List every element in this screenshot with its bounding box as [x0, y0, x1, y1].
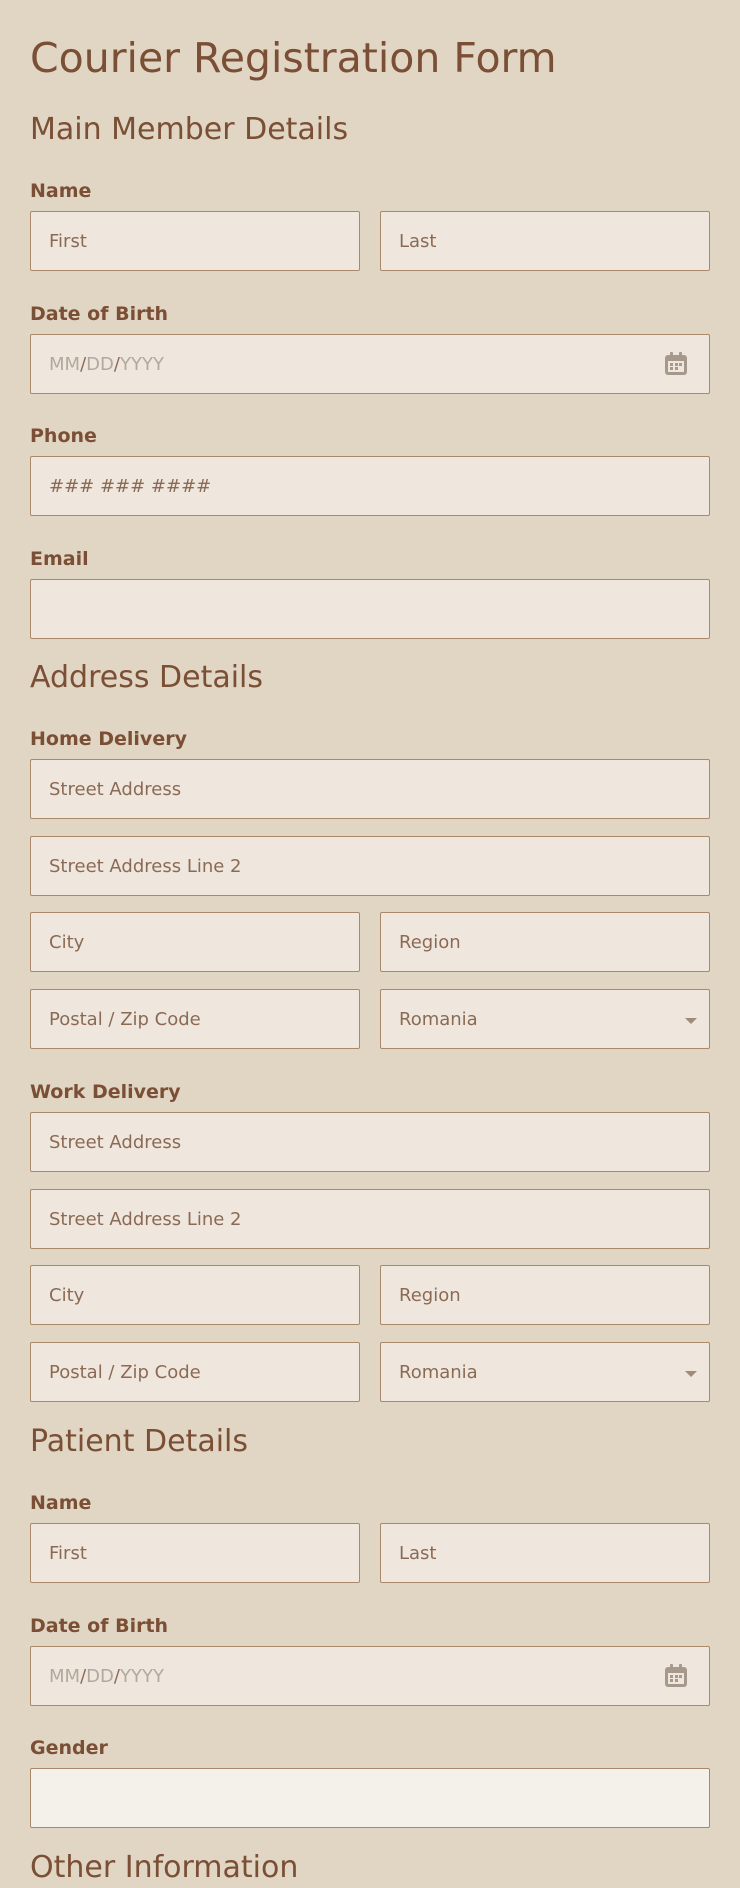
work-country-value: Romania — [399, 1361, 478, 1383]
home-delivery-label: Home Delivery — [30, 728, 187, 750]
patient-dob-label: Date of Birth — [30, 1615, 169, 1637]
home-street-placeholder: Street Address — [49, 778, 182, 800]
dob-year-placeholder: YYYY — [119, 1665, 164, 1687]
home-street2-placeholder: Street Address Line 2 — [49, 855, 242, 877]
home-street2-input[interactable]: Street Address Line 2 — [30, 836, 710, 896]
form-title: Courier Registration Form — [30, 34, 557, 82]
home-country-value: Romania — [399, 1008, 478, 1030]
main-first-name-input[interactable]: First — [30, 211, 360, 271]
home-region-input[interactable]: Region — [380, 912, 710, 972]
section-other-information: Other Information — [30, 1850, 299, 1885]
patient-last-name-input[interactable]: Last — [380, 1523, 710, 1583]
home-postal-placeholder: Postal / Zip Code — [49, 1008, 201, 1030]
work-street2-placeholder: Street Address Line 2 — [49, 1208, 242, 1230]
main-dob-input[interactable]: MM / DD / YYYY — [30, 334, 710, 394]
patient-first-name-placeholder: First — [49, 1542, 87, 1564]
work-postal-input[interactable]: Postal / Zip Code — [30, 1342, 360, 1402]
work-city-input[interactable]: City — [30, 1265, 360, 1325]
patient-gender-input[interactable] — [30, 1768, 710, 1828]
work-street2-input[interactable]: Street Address Line 2 — [30, 1189, 710, 1249]
work-city-placeholder: City — [49, 1284, 85, 1306]
main-phone-placeholder: ### ### #### — [49, 475, 212, 497]
work-region-input[interactable]: Region — [380, 1265, 710, 1325]
dob-day-placeholder: DD — [86, 1665, 114, 1687]
home-region-placeholder: Region — [399, 931, 461, 953]
main-phone-input[interactable]: ### ### #### — [30, 456, 710, 516]
home-country-select[interactable]: Romania — [380, 989, 710, 1049]
work-delivery-label: Work Delivery — [30, 1081, 181, 1103]
work-postal-placeholder: Postal / Zip Code — [49, 1361, 201, 1383]
patient-last-name-placeholder: Last — [399, 1542, 437, 1564]
main-last-name-input[interactable]: Last — [380, 211, 710, 271]
main-phone-label: Phone — [30, 425, 97, 447]
chevron-down-icon — [685, 1371, 697, 1377]
section-address: Address Details — [30, 660, 264, 695]
patient-dob-input[interactable]: MM / DD / YYYY — [30, 1646, 710, 1706]
calendar-icon[interactable] — [663, 1663, 689, 1689]
work-street-placeholder: Street Address — [49, 1131, 182, 1153]
main-email-input[interactable] — [30, 579, 710, 639]
dob-month-placeholder: MM — [49, 1665, 81, 1687]
main-name-label: Name — [30, 180, 92, 202]
courier-registration-form: Courier Registration Form Main Member De… — [0, 0, 740, 1885]
main-first-name-placeholder: First — [49, 230, 87, 252]
home-city-placeholder: City — [49, 931, 85, 953]
home-postal-input[interactable]: Postal / Zip Code — [30, 989, 360, 1049]
dob-year-placeholder: YYYY — [119, 353, 164, 375]
work-region-placeholder: Region — [399, 1284, 461, 1306]
work-country-select[interactable]: Romania — [380, 1342, 710, 1402]
home-street-input[interactable]: Street Address — [30, 759, 710, 819]
dob-day-placeholder: DD — [86, 353, 114, 375]
patient-first-name-input[interactable]: First — [30, 1523, 360, 1583]
section-main-member: Main Member Details — [30, 112, 349, 147]
dob-month-placeholder: MM — [49, 353, 81, 375]
home-city-input[interactable]: City — [30, 912, 360, 972]
section-patient: Patient Details — [30, 1424, 248, 1459]
main-last-name-placeholder: Last — [399, 230, 437, 252]
main-email-label: Email — [30, 548, 89, 570]
main-dob-label: Date of Birth — [30, 303, 169, 325]
calendar-icon[interactable] — [663, 351, 689, 377]
chevron-down-icon — [685, 1018, 697, 1024]
patient-gender-label: Gender — [30, 1737, 108, 1759]
work-street-input[interactable]: Street Address — [30, 1112, 710, 1172]
patient-name-label: Name — [30, 1492, 92, 1514]
